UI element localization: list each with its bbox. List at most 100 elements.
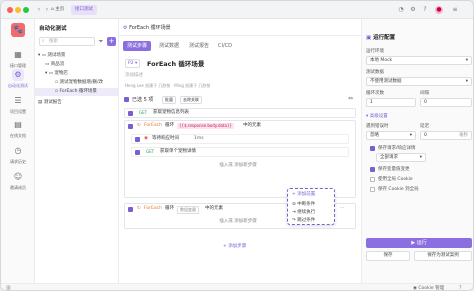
step-checkbox[interactable] <box>128 111 133 116</box>
home-link[interactable]: ⌂ 主页 <box>51 6 64 14</box>
wait-value[interactable]: 1ms <box>194 135 204 143</box>
report-icon: ▤ <box>38 100 43 105</box>
back-icon[interactable]: ‹ <box>35 6 43 14</box>
home-label: 主页 <box>55 7 65 12</box>
rail-item-invite[interactable]: ☺ 邀请成员 <box>3 171 33 191</box>
foreach-label: 循环 <box>165 123 174 128</box>
collapse-icon[interactable]: ⇔ <box>348 95 353 102</box>
help-circle-icon[interactable]: ? <box>459 285 462 290</box>
error-select[interactable]: 忽略 ▾ <box>366 131 416 140</box>
save-var-checkbox[interactable] <box>370 167 375 172</box>
rail-item-api[interactable]: ▦ 接口管理 <box>3 49 33 69</box>
minimize-window-button[interactable] <box>15 7 21 13</box>
break-icon: ⊘ <box>292 202 296 207</box>
priority-select[interactable]: P2 ▾ <box>125 59 141 68</box>
save-cookie-checkbox[interactable] <box>370 187 375 192</box>
help-icon[interactable]: ? <box>421 6 429 14</box>
maximize-window-button[interactable] <box>23 7 29 13</box>
method-badge: GET <box>139 110 148 115</box>
advanced-toggle[interactable]: ▾ 高级设置 <box>366 113 388 119</box>
global-cookie-checkbox[interactable] <box>370 177 375 182</box>
cookie-manager-link[interactable]: ◉ Cookie 管理 <box>413 285 444 290</box>
scenario-icon: ▫ <box>55 80 59 85</box>
sidebar-toggle-icon[interactable]: ▥ <box>6 285 11 290</box>
description-input[interactable]: 添加描述 <box>125 72 143 78</box>
rail-item-history[interactable]: ◷ 请求历史 <box>3 145 33 165</box>
env-select[interactable]: 本地 Mock ▾ <box>366 56 472 65</box>
step-row[interactable]: GET 获取宠物信息列表 <box>124 108 356 118</box>
tree-row-scenarios[interactable]: ▾ ▭ 测试场景 <box>38 52 65 60</box>
tree-row-foreach[interactable]: ▫ ForEach 循环场景 <box>35 88 119 96</box>
priority-value: P2 <box>128 61 134 66</box>
filter-icon[interactable]: ⏷ <box>97 37 105 46</box>
loop-label: 循环次数 <box>366 91 384 96</box>
rail-item-automation[interactable]: ⚙ 自动化测试 <box>3 69 33 89</box>
step-checkbox[interactable] <box>128 124 133 129</box>
tree-search-input[interactable]: ⌕ 搜索 <box>39 37 95 46</box>
tab-steps[interactable]: 测试步骤 <box>123 41 151 51</box>
loop-input[interactable]: 1 <box>366 98 416 107</box>
foreach-block: ↻ ForEach 循环 {{$.response.body.data}} 中的… <box>124 120 356 198</box>
run-button-label: 运行 <box>416 240 427 246</box>
popup-title-label: 添加前置 <box>297 192 316 197</box>
tab-data[interactable]: 测试数据 <box>155 41 183 51</box>
foreach-label: 循环 <box>165 206 174 211</box>
api-icon: ▦ <box>14 50 22 59</box>
close-window-button[interactable] <box>7 7 13 13</box>
run-button[interactable]: ▶ 运行 <box>366 238 472 248</box>
wait-step-row[interactable]: ◉ 等待响应时间 1ms <box>131 134 349 144</box>
step-row[interactable]: GET 获取单个宠物详情 <box>131 147 349 157</box>
save-button[interactable]: 保存 <box>366 251 410 261</box>
popup-item-skip[interactable]: ↷ 跳过条件 <box>292 217 315 224</box>
save-as-case-button[interactable]: 保存为测试案例 <box>414 251 472 261</box>
doc-tab-foreach[interactable]: ⚙ ForEach 循环场景 <box>123 23 171 33</box>
add-step-button[interactable]: + 添加步骤 <box>223 243 246 249</box>
rail-item-settings[interactable]: ☰ 项目设置 <box>3 95 33 115</box>
insert-step-link[interactable]: 插入或 添加新步骤 <box>213 162 263 170</box>
settings-gear-icon[interactable]: ⚙ <box>409 6 417 14</box>
more-icon[interactable]: ⋯ <box>340 204 345 214</box>
insert-step-link[interactable]: 插入或 添加新步骤 <box>213 218 263 226</box>
forward-icon[interactable]: › <box>43 6 51 14</box>
home-icon: ⌂ <box>51 7 54 12</box>
tree-row-petstore[interactable]: ▾ ▭ 宠物店 <box>45 70 68 78</box>
tree-row-label: ForEach 循环场景 <box>59 89 97 94</box>
scenario-title[interactable]: ForEach 循环场景 <box>147 58 204 68</box>
rail-item-docs[interactable]: ▤ 在线文档 <box>3 119 33 139</box>
tab-cicd[interactable]: CI/CD <box>215 41 235 51</box>
popup-item-continue[interactable]: ⇥ 继续执行 <box>292 209 315 216</box>
tree-row-pet-crud[interactable]: ▫ 测试宠物数据增/删/改 <box>55 79 119 87</box>
loop-icon: ↻ <box>137 206 141 211</box>
folder-icon: ▭ <box>45 62 50 67</box>
notification-icon[interactable]: ◔ <box>397 6 405 14</box>
foreach-suffix: 中的元素 <box>205 206 223 211</box>
unlink-button[interactable]: 去除关联 <box>180 96 202 104</box>
left-rail: 🐾 ▦ 接口管理 ⚙ 自动化测试 ☰ 项目设置 ▤ 在线文档 ◷ 请求历史 ☺ … <box>1 19 35 290</box>
step-checkbox[interactable] <box>135 150 140 155</box>
foreach-expr[interactable]: 数组变量 <box>177 206 199 214</box>
save-detail-select[interactable]: 全部请求 ▾ <box>376 153 426 162</box>
wait-label: 等待响应时间 <box>152 136 179 141</box>
save-detail-checkbox[interactable] <box>370 146 375 151</box>
delay-input[interactable]: 0 毫秒 <box>420 131 472 140</box>
project-tab[interactable]: 接口测试 <box>71 5 97 15</box>
batch-button[interactable]: 批量 <box>162 96 176 104</box>
add-icon[interactable]: + <box>107 37 116 46</box>
user-avatar[interactable]: ● <box>435 6 443 14</box>
app-logo-icon: 🐾 <box>11 23 25 37</box>
menu-icon[interactable]: ≡ <box>451 6 459 14</box>
popup-item-break[interactable]: ⊘ 中断条件 <box>292 201 315 208</box>
step-checkbox[interactable] <box>128 207 133 212</box>
foreach-header[interactable]: ↻ ForEach 循环 {{$.response.body.data}} 中的… <box>125 121 355 132</box>
save-detail-value: 全部请求 <box>380 155 398 160</box>
loop-icon: ↻ <box>137 123 141 128</box>
chevron-down-icon: ▾ <box>409 133 412 138</box>
interval-input[interactable]: 0 <box>420 98 472 107</box>
step-checkbox[interactable] <box>135 137 140 142</box>
tab-report[interactable]: 测试报告 <box>185 41 213 51</box>
tree-row-reports[interactable]: ▤ 测试报告 <box>38 99 62 107</box>
data-select[interactable]: 不使用测试数据 ▾ <box>366 77 472 86</box>
tree-row-goods[interactable]: ▭ 商品流 <box>45 61 64 69</box>
select-all-checkbox[interactable] <box>124 97 129 102</box>
foreach-expr[interactable]: {{$.response.body.data}} <box>177 123 235 129</box>
